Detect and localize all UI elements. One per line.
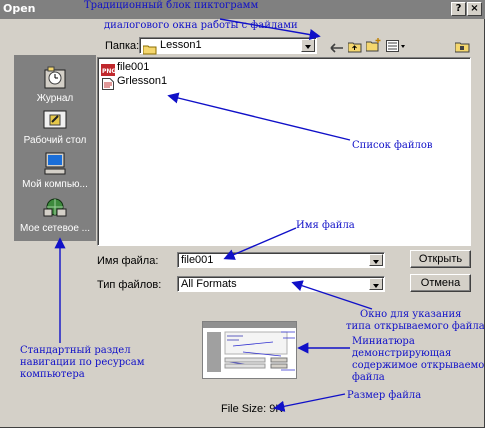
annotation-nav-2: навигации по ресурсам [20,357,145,368]
svg-text:PNG: PNG [102,68,115,75]
lookin-combo[interactable]: Lesson1 [139,37,317,55]
places-bar: Журнал Рабочий стол Мой компью... Мое се… [14,55,96,241]
thumbnail-preview [202,321,297,379]
lookin-label: Папка: [105,40,140,52]
my-computer-icon [42,151,68,177]
folder-icon [142,40,157,55]
up-folder-icon[interactable] [347,38,362,53]
annotation-file-type-2: типа открываемого файла [346,321,485,332]
network-icon [42,195,68,221]
back-arrow-icon[interactable] [330,39,344,53]
filetype-label: Тип файлов: [97,279,162,291]
new-folder-icon[interactable] [365,37,381,52]
desktop-icon [42,107,68,133]
annotation-file-name: Имя файла [296,220,355,231]
annotation-thumb-2: демонстрирующая [352,348,452,359]
places-my-computer[interactable]: Мой компью... [14,151,96,190]
annotation-nav-3: компьютера [20,369,85,380]
places-desktop[interactable]: Рабочий стол [14,107,96,146]
document-icon [102,75,114,90]
annotation-thumb-3: содержимое открываемого [352,360,485,371]
annotation-file-list: Список файлов [352,140,433,151]
chevron-down-icon[interactable] [301,39,315,52]
annotation-toolbar-1: Традиционный блок пиктограмм [84,0,259,11]
filetype-select[interactable]: All Formats [177,276,385,292]
filename-label: Имя файла: [97,255,159,267]
places-network[interactable]: Мое сетевое ... [14,195,96,234]
file-size: File Size: 9K [221,403,283,415]
places-history[interactable]: Журнал [14,65,96,104]
chevron-down-icon[interactable] [369,254,383,266]
annotation-toolbar-2: диалогового окна работы с файлами [104,20,298,31]
view-menu-icon[interactable] [386,38,406,52]
chevron-down-icon[interactable] [369,278,383,290]
lookin-value: Lesson1 [160,39,202,51]
preview-folder-icon[interactable] [454,38,470,53]
annotation-file-type-1: Окно для указания [360,309,462,320]
history-icon [42,65,68,91]
cancel-button[interactable]: Отмена [410,274,471,292]
dialog-title: Open [3,2,36,15]
filename-input[interactable]: file001 [177,252,385,268]
annotation-thumb-1: Миниатюра [352,336,415,347]
png-file-icon: PNG [101,61,116,76]
close-button[interactable]: × [467,2,482,16]
open-button[interactable]: Открыть [410,250,471,268]
annotation-thumb-4: файла [352,372,385,383]
annotation-nav-1: Стандартный раздел [20,345,131,356]
file-list[interactable]: PNG file001 Grlesson1 [97,57,471,246]
annotation-size: Размер файла [347,390,422,401]
help-button[interactable]: ? [451,2,466,16]
